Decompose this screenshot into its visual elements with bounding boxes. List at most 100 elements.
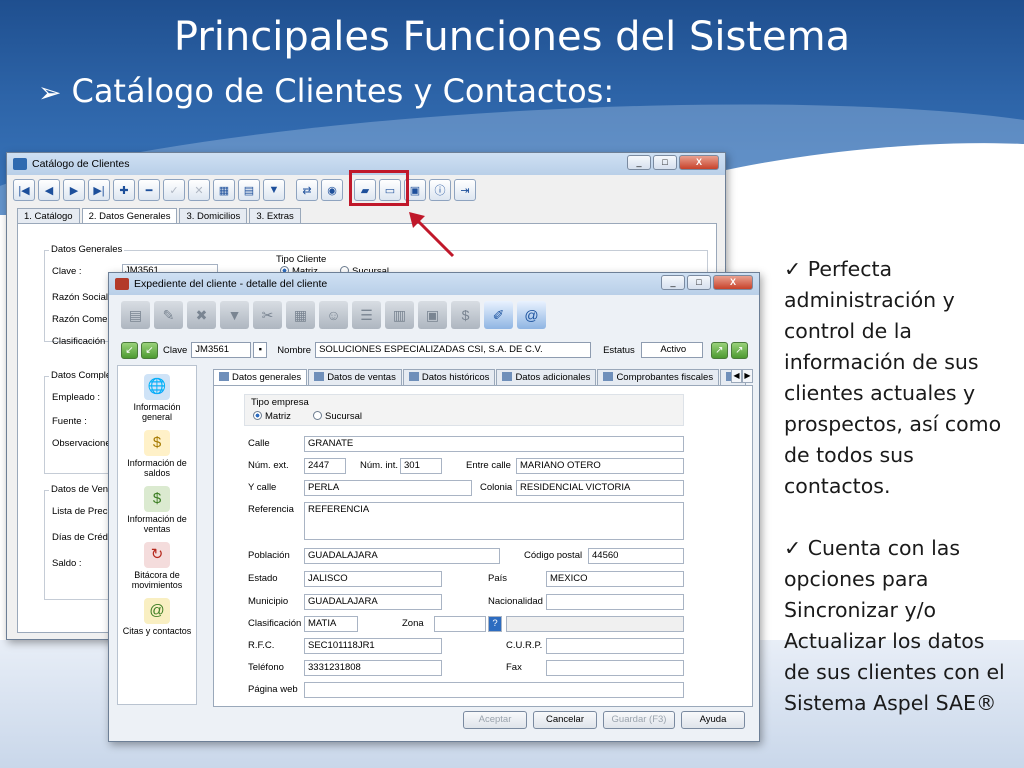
- nacionalidad-input[interactable]: [546, 594, 684, 610]
- document-icon[interactable]: ▤: [121, 301, 150, 329]
- clasificacion-input[interactable]: MATIA: [304, 616, 358, 632]
- calendar-icon[interactable]: ▣: [418, 301, 447, 329]
- tools-icon[interactable]: ✂: [253, 301, 282, 329]
- zona-input[interactable]: [434, 616, 486, 632]
- matriz-radio[interactable]: Matriz: [253, 411, 291, 422]
- aceptar-button[interactable]: Aceptar: [463, 711, 527, 729]
- colonia-input[interactable]: RESIDENCIAL VICTORIA: [516, 480, 684, 496]
- referencia-input[interactable]: REFERENCIA: [304, 502, 684, 540]
- telefono-label: Teléfono: [248, 662, 284, 673]
- address-book-icon[interactable]: @: [517, 301, 546, 329]
- print-icon[interactable]: ▤: [238, 179, 260, 201]
- pais-input[interactable]: MEXICO: [546, 571, 684, 587]
- add-icon[interactable]: ✚: [113, 179, 135, 201]
- zona-help-icon[interactable]: ?: [488, 616, 502, 632]
- sidebar-item-citas-contactos[interactable]: @ Citas y contactos: [118, 598, 196, 636]
- remove-icon[interactable]: ━: [138, 179, 160, 201]
- estado-input[interactable]: JALISCO: [304, 571, 442, 587]
- tab-datos-adicionales[interactable]: Datos adicionales: [496, 369, 597, 385]
- export-icon[interactable]: ▦: [213, 179, 235, 201]
- expediente-sidebar: 🌐 Información general $ Información de s…: [117, 365, 197, 705]
- attach-icon[interactable]: ✐: [484, 301, 513, 329]
- bullet-item: ✓ Cuenta con las opciones para Sincroniz…: [784, 533, 1016, 719]
- exit-icon[interactable]: ⇥: [454, 179, 476, 201]
- sidebar-item-informacion-saldos[interactable]: $ Información de saldos: [118, 430, 196, 478]
- entre-calle-input[interactable]: MARIANO OTERO: [516, 458, 684, 474]
- slide-title: Principales Funciones del Sistema: [173, 14, 851, 60]
- forward-all-button[interactable]: ↗: [730, 341, 748, 359]
- num-ext-input[interactable]: 2447: [304, 458, 346, 474]
- estatus-field: Activo: [640, 342, 703, 358]
- tab-comprobantes-fiscales[interactable]: Comprobantes fiscales: [597, 369, 720, 385]
- tab-datos-generales[interactable]: 2. Datos Generales: [81, 208, 178, 224]
- tab-extras[interactable]: 3. Extras: [249, 208, 301, 224]
- sidebar-item-informacion-ventas[interactable]: $ Información de ventas: [118, 486, 196, 534]
- tab-scroll-left-icon[interactable]: ◀: [731, 369, 742, 383]
- last-icon[interactable]: ▶|: [88, 179, 110, 201]
- nombre-input[interactable]: SOLUCIONES ESPECIALIZADAS CSI, S.A. DE C…: [315, 342, 592, 358]
- expediente-header-row: ↙ ↙ Clave JM3561 ▪ Nombre SOLUCIONES ESP…: [121, 339, 751, 361]
- list-icon[interactable]: ☰: [352, 301, 381, 329]
- maximize-button[interactable]: □: [653, 155, 677, 170]
- sucursal-radio[interactable]: Sucursal: [313, 411, 362, 422]
- delete-icon[interactable]: ✖: [187, 301, 216, 329]
- maximize-button[interactable]: □: [687, 275, 711, 290]
- dias-credito-label: Días de Crédit: [52, 532, 113, 543]
- nombre-label: Nombre: [277, 344, 312, 356]
- filter-icon[interactable]: ▼: [220, 301, 249, 329]
- tab-catalogo[interactable]: 1. Catálogo: [17, 208, 80, 224]
- back-all-button[interactable]: ↙: [141, 341, 158, 359]
- info-icon[interactable]: ⓘ: [429, 179, 451, 201]
- first-icon[interactable]: |◀: [13, 179, 35, 201]
- next-icon[interactable]: ▶: [63, 179, 85, 201]
- filter-icon[interactable]: ▼: [263, 179, 285, 201]
- table-icon[interactable]: ▦: [286, 301, 315, 329]
- money-icon: $: [144, 430, 170, 456]
- currency-icon[interactable]: $: [451, 301, 480, 329]
- clave-input[interactable]: JM3561: [191, 342, 252, 358]
- tipo-empresa-group: Tipo empresa Matriz Sucursal: [244, 394, 684, 426]
- pagina-web-input[interactable]: [304, 682, 684, 698]
- ayuda-button[interactable]: Ayuda: [681, 711, 745, 729]
- guardar-button[interactable]: Guardar (F3): [603, 711, 675, 729]
- rfc-input[interactable]: SEC101118JR1: [304, 638, 442, 654]
- check-icon[interactable]: ✓: [163, 179, 185, 201]
- num-int-input[interactable]: 301: [400, 458, 442, 474]
- prev-icon[interactable]: ◀: [38, 179, 60, 201]
- estado-label: Estado: [248, 573, 278, 584]
- curp-input[interactable]: [546, 638, 684, 654]
- minimize-button[interactable]: _: [627, 155, 651, 170]
- minimize-button[interactable]: _: [661, 275, 685, 290]
- stack-icon[interactable]: ▥: [385, 301, 414, 329]
- poblacion-label: Población: [248, 550, 290, 561]
- entre-calle-label: Entre calle: [466, 460, 511, 471]
- zona-label: Zona: [402, 618, 424, 629]
- sync-icon[interactable]: ⇄: [296, 179, 318, 201]
- user-icon[interactable]: ☺: [319, 301, 348, 329]
- close-button[interactable]: X: [679, 155, 719, 170]
- sidebar-item-bitacora[interactable]: ↻ Bitácora de movimientos: [118, 542, 196, 590]
- municipio-input[interactable]: GUADALAJARA: [304, 594, 442, 610]
- tab-datos-historicos[interactable]: Datos históricos: [402, 369, 496, 385]
- razon-social-label: Razón Social :: [52, 292, 114, 303]
- poblacion-input[interactable]: GUADALAJARA: [304, 548, 500, 564]
- telefono-input[interactable]: 3331231808: [304, 660, 442, 676]
- back-button[interactable]: ↙: [121, 341, 138, 359]
- saldo-label: Saldo :: [52, 558, 82, 569]
- calle-input[interactable]: GRANATE: [304, 436, 684, 452]
- tab-datos-generales[interactable]: Datos generales: [213, 369, 308, 385]
- lookup-icon[interactable]: ▪: [253, 342, 268, 358]
- fax-input[interactable]: [546, 660, 684, 676]
- tab-domicilios[interactable]: 3. Domicilios: [179, 208, 248, 224]
- cancelar-button[interactable]: Cancelar: [533, 711, 597, 729]
- codigo-postal-input[interactable]: 44560: [588, 548, 684, 564]
- edit-icon[interactable]: ✎: [154, 301, 183, 329]
- forward-button[interactable]: ↗: [710, 341, 728, 359]
- sidebar-item-informacion-general[interactable]: 🌐 Información general: [118, 374, 196, 422]
- close-button[interactable]: X: [713, 275, 753, 290]
- cancel-icon[interactable]: ✕: [188, 179, 210, 201]
- tab-datos-ventas[interactable]: Datos de ventas: [308, 369, 402, 385]
- update-icon[interactable]: ◉: [321, 179, 343, 201]
- y-calle-input[interactable]: PERLA: [304, 480, 472, 496]
- tab-scroll-right-icon[interactable]: ▶: [742, 369, 753, 383]
